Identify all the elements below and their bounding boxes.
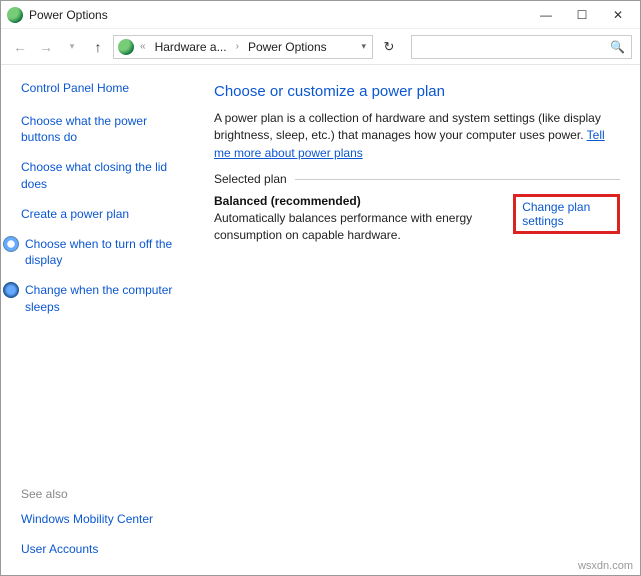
breadcrumb-item-power[interactable]: Power Options [245, 38, 330, 56]
up-button[interactable]: ↑ [87, 36, 109, 58]
sidebar-link-label: Windows Mobility Center [21, 511, 153, 527]
app-icon [7, 7, 23, 23]
highlight-annotation: Change plan settings [513, 194, 620, 234]
see-also-mobility-center[interactable]: Windows Mobility Center [21, 511, 184, 527]
close-button[interactable]: ✕ [600, 4, 636, 26]
page-heading: Choose or customize a power plan [214, 83, 620, 100]
sidebar-link-closing-lid[interactable]: Choose what closing the lid does [21, 159, 184, 191]
control-panel-home-link[interactable]: Control Panel Home [21, 81, 184, 95]
breadcrumb[interactable]: « Hardware a... › Power Options ▾ [113, 35, 373, 59]
selected-plan-label: Selected plan [214, 172, 287, 186]
sidebar: Control Panel Home Choose what the power… [1, 65, 196, 575]
recent-dropdown[interactable]: ▾ [61, 36, 83, 58]
nav-toolbar: ← → ▾ ↑ « Hardware a... › Power Options … [1, 29, 640, 65]
sidebar-link-computer-sleeps[interactable]: Change when the computer sleeps [21, 282, 184, 314]
breadcrumb-icon [118, 39, 134, 55]
search-input[interactable]: 🔍 [411, 35, 632, 59]
plan-description: Automatically balances performance with … [214, 210, 513, 244]
titlebar: Power Options — ☐ ✕ [1, 1, 640, 29]
sidebar-link-create-plan[interactable]: Create a power plan [21, 206, 184, 222]
page-description: A power plan is a collection of hardware… [214, 110, 620, 162]
search-icon: 🔍 [610, 40, 625, 54]
see-also-user-accounts[interactable]: User Accounts [21, 541, 184, 557]
breadcrumb-sep-icon: « [138, 41, 148, 52]
power-options-window: Power Options — ☐ ✕ ← → ▾ ↑ « Hardware a… [0, 0, 641, 576]
watermark: wsxdn.com [578, 560, 633, 572]
chevron-right-icon[interactable]: › [234, 41, 241, 52]
clock-icon [3, 236, 19, 252]
sidebar-link-label: Choose what closing the lid does [21, 159, 184, 191]
window-title: Power Options [29, 8, 108, 22]
minimize-button[interactable]: — [528, 4, 564, 26]
sidebar-link-label: Choose when to turn off the display [25, 236, 184, 268]
power-icon [3, 282, 19, 298]
maximize-button[interactable]: ☐ [564, 4, 600, 26]
breadcrumb-dropdown-icon[interactable]: ▾ [359, 41, 368, 52]
breadcrumb-item-hardware[interactable]: Hardware a... [152, 38, 230, 56]
section-divider [295, 179, 620, 180]
change-plan-settings-link[interactable]: Change plan settings [522, 200, 590, 228]
sidebar-link-label: User Accounts [21, 541, 98, 557]
forward-button[interactable]: → [35, 36, 57, 58]
see-also-heading: See also [21, 487, 184, 501]
plan-name-balanced: Balanced (recommended) [214, 194, 513, 208]
main-panel: Choose or customize a power plan A power… [196, 65, 640, 575]
sidebar-link-power-buttons[interactable]: Choose what the power buttons do [21, 113, 184, 145]
sidebar-link-turn-off-display[interactable]: Choose when to turn off the display [21, 236, 184, 268]
description-text: A power plan is a collection of hardware… [214, 111, 601, 142]
sidebar-link-label: Choose what the power buttons do [21, 113, 184, 145]
back-button[interactable]: ← [9, 36, 31, 58]
sidebar-link-label: Change when the computer sleeps [25, 282, 184, 314]
refresh-button[interactable]: ↻ [377, 35, 401, 59]
sidebar-link-label: Create a power plan [21, 206, 129, 222]
